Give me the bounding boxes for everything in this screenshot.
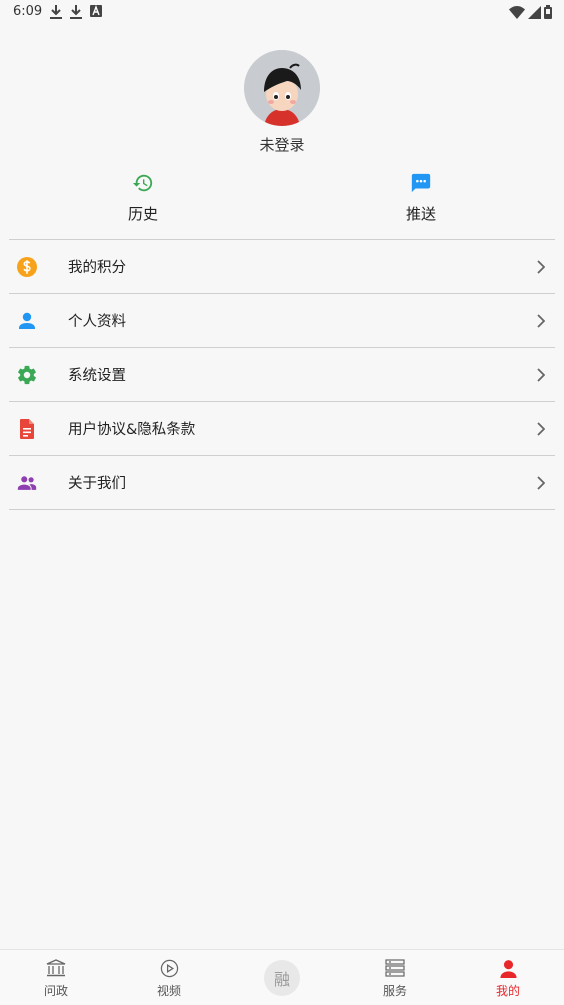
status-notifications bbox=[50, 5, 102, 19]
menu-item-settings[interactable]: 系统设置 bbox=[9, 348, 555, 402]
chevron-right-icon bbox=[537, 421, 546, 440]
wifi-icon bbox=[509, 5, 525, 19]
signal-icon bbox=[528, 5, 541, 19]
battery-icon bbox=[544, 5, 552, 19]
tab-mine[interactable]: 我的 bbox=[452, 950, 564, 1005]
bottom-tab-bar: 问政 视频 融 服务 我的 bbox=[0, 949, 564, 1005]
tab-label: 问政 bbox=[43, 984, 68, 998]
menu-item-label: 用户协议&隐私条款 bbox=[68, 422, 196, 438]
tab-label: 服务 bbox=[382, 984, 407, 998]
play-icon bbox=[113, 959, 225, 978]
chevron-right-icon bbox=[537, 259, 546, 278]
menu-item-label: 关于我们 bbox=[68, 476, 126, 492]
message-icon bbox=[371, 172, 471, 194]
menu-item-label: 个人资料 bbox=[68, 314, 126, 330]
tab-label: 视频 bbox=[156, 984, 181, 998]
group-icon bbox=[16, 472, 38, 494]
download-icon bbox=[70, 5, 82, 19]
menu-item-label: 系统设置 bbox=[68, 368, 126, 384]
person-icon bbox=[452, 959, 564, 978]
font-icon bbox=[90, 5, 102, 19]
menu-item-points[interactable]: 我的积分 bbox=[9, 240, 555, 294]
menu-item-profile[interactable]: 个人资料 bbox=[9, 294, 555, 348]
menu-item-agreement[interactable]: 用户协议&隐私条款 bbox=[9, 402, 555, 456]
document-icon bbox=[16, 418, 38, 440]
status-time: 6:09 bbox=[13, 4, 43, 19]
chevron-right-icon bbox=[537, 313, 546, 332]
download-icon bbox=[50, 5, 62, 19]
coin-icon bbox=[16, 256, 38, 278]
gear-icon bbox=[16, 364, 38, 386]
profile-header: 未登录 bbox=[0, 50, 564, 155]
tab-wenzheng[interactable]: 问政 bbox=[0, 950, 112, 1005]
menu-item-label: 我的积分 bbox=[68, 260, 126, 276]
push-action[interactable]: 推送 bbox=[371, 172, 471, 224]
avatar[interactable] bbox=[244, 50, 320, 126]
chevron-right-icon bbox=[537, 367, 546, 386]
tab-label: 我的 bbox=[495, 984, 520, 998]
history-action[interactable]: 历史 bbox=[93, 172, 193, 224]
push-label: 推送 bbox=[405, 205, 436, 223]
center-rong-button[interactable]: 融 bbox=[264, 960, 300, 996]
history-icon bbox=[93, 172, 193, 194]
status-bar: 6:09 bbox=[0, 0, 564, 26]
login-status-label[interactable]: 未登录 bbox=[0, 134, 564, 155]
chevron-right-icon bbox=[537, 475, 546, 494]
tab-service[interactable]: 服务 bbox=[339, 950, 451, 1005]
status-system-icons bbox=[509, 5, 552, 19]
person-icon bbox=[16, 310, 38, 332]
tab-video[interactable]: 视频 bbox=[113, 950, 225, 1005]
government-icon bbox=[0, 959, 112, 977]
menu-item-about[interactable]: 关于我们 bbox=[9, 456, 555, 510]
history-label: 历史 bbox=[127, 205, 158, 223]
list-icon bbox=[339, 959, 451, 977]
settings-menu: 我的积分 个人资料 系统设置 用户协议&隐私条款 关于我们 bbox=[9, 239, 555, 510]
